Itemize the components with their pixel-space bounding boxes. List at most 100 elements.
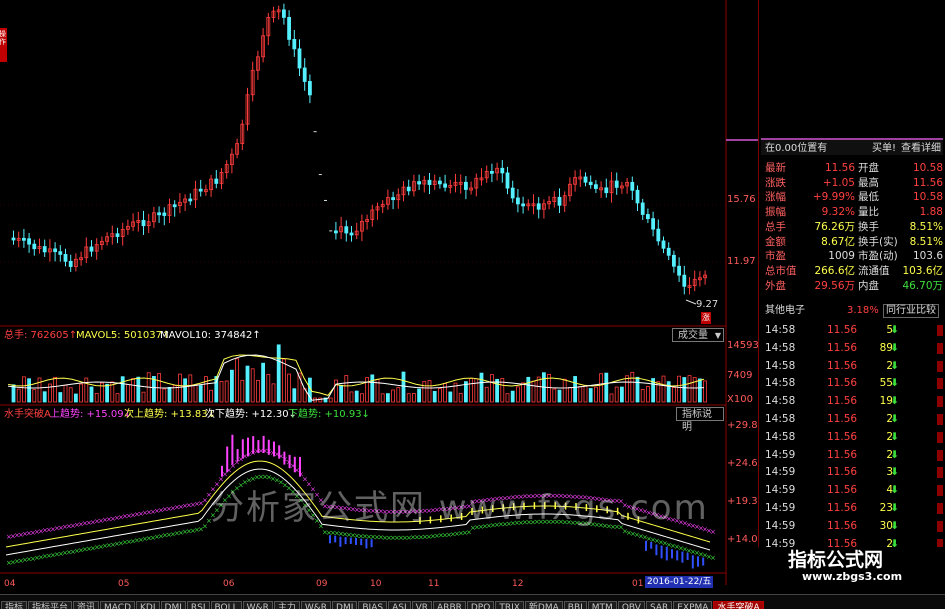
quote-row: 外盘 29.56万 内盘 46.70万 (765, 279, 943, 293)
low-marker-line (685, 299, 697, 305)
volume-bar (489, 374, 494, 403)
volume-bar (359, 393, 364, 403)
indicator-tab[interactable]: W&R (242, 601, 273, 609)
volume-bar (21, 376, 26, 403)
indicator-up-label: 上趋势: +15.09↓ (50, 409, 132, 420)
indicator-tab[interactable]: 水手突破A (713, 601, 764, 609)
trade-price: 11.56 (827, 502, 858, 514)
candle-body (27, 238, 32, 245)
volume-bar (292, 388, 297, 403)
indicator-tab[interactable]: DPO (466, 601, 495, 609)
volume-bar (105, 383, 109, 403)
indicator-tab[interactable]: DMI (160, 601, 186, 609)
quote-row: 市盈 1009 市盈(动) 103.6 (765, 249, 943, 263)
quote-key: 量比 (858, 206, 879, 219)
volume-selector[interactable]: 成交量 ▼ (672, 328, 724, 342)
trade-time: 14:59 (765, 484, 796, 497)
volume-bar (505, 393, 510, 403)
trade-row: 14:59 11.56 23 ⬇ (765, 500, 943, 517)
indicator-subdown-label: 次下趋势: +12.30↓ (205, 409, 297, 420)
trade-price: 11.56 (827, 448, 858, 461)
volume-bar (594, 386, 598, 403)
indicator-tab[interactable]: 资讯 (73, 601, 100, 609)
candle-body (443, 183, 448, 188)
indicator-subup-label: 次上趋势: +13.83↓ (124, 409, 216, 420)
volume-bar (74, 393, 78, 403)
volume-total-label: 总手: 762605↑ (4, 330, 78, 341)
volume-bar (640, 389, 645, 403)
indicator-tab[interactable]: BIAS (358, 601, 388, 609)
quote-value: 76.26万 (814, 220, 855, 233)
indicator-tab[interactable]: MACD (100, 601, 136, 609)
candle-body (417, 181, 422, 185)
indicator-tab[interactable]: 指标 (1, 601, 28, 609)
candle-body (307, 81, 312, 96)
volume-bar (401, 371, 406, 403)
volume-ma5-label: MAVOL5: 501037↑ (76, 330, 171, 341)
indicator-tab[interactable]: 指标平台 (28, 601, 73, 609)
candle-body (63, 254, 68, 262)
quote-key: 换手 (858, 220, 879, 233)
quote-row: 金额 8.67亿 换手(实) 8.51% (765, 235, 943, 249)
trade-bar (937, 414, 943, 425)
indicator-tab[interactable]: ASI (388, 601, 411, 609)
candle-body (406, 186, 411, 192)
quote-key: 流通值 (858, 264, 890, 277)
compare-button[interactable]: 同行业比较 (883, 304, 939, 318)
volume-bar (661, 375, 666, 403)
trade-bar (937, 485, 943, 497)
volume-bar (568, 387, 572, 403)
indicator-tab[interactable]: MTM (587, 601, 617, 609)
volume-bar (391, 389, 396, 403)
buy-order-link[interactable]: 买单! (872, 143, 896, 155)
trade-time: 14:58 (765, 430, 796, 443)
candle-body (32, 243, 37, 250)
volume-bar (339, 384, 344, 403)
candle-body (157, 212, 162, 216)
volume-bar (672, 387, 676, 403)
indicator-tab[interactable]: 新DMA (524, 601, 563, 609)
indicator-tab[interactable]: RSI (186, 601, 210, 609)
indicator-tab[interactable]: W&R (300, 601, 332, 609)
indicator-tab[interactable]: SAR (645, 601, 673, 609)
quote-value: 46.70万 (902, 279, 943, 292)
trade-row: 14:58 11.56 19 ⬇ (765, 393, 943, 410)
candle-body (58, 251, 63, 255)
indicator-tab[interactable]: 主力 (273, 601, 300, 609)
sector-name: 其他电子 (765, 305, 805, 316)
candle-body (677, 265, 681, 276)
candle-body (68, 260, 73, 267)
candle-body (489, 170, 494, 174)
volume-bar (552, 388, 557, 403)
volume-bar (162, 388, 167, 403)
indicator-tab[interactable]: BOLL (210, 601, 242, 609)
volume-bar (625, 375, 629, 403)
view-detail-link[interactable]: 查看详细 (901, 143, 941, 155)
trade-bar (937, 378, 943, 390)
chart-stage[interactable]: × × × × × × × × × × × × × × × × × × × × × × × × × × × × × × × × × × × × × × × ×… (0, 0, 945, 609)
indicator-tab[interactable]: OBV (617, 601, 645, 609)
volume-bar (63, 384, 68, 403)
indicator-tab[interactable]: KDJ (136, 601, 160, 609)
candle-body (640, 202, 645, 215)
volume-bar (510, 390, 515, 403)
volume-bar (495, 378, 500, 403)
trade-row: 14:59 11.56 30 ⬇ (765, 518, 943, 535)
trade-bar (937, 431, 943, 443)
x-axis-label: 10 (370, 579, 382, 589)
trade-price: 11.56 (827, 377, 858, 390)
indicator-tab[interactable]: DMI (332, 601, 358, 609)
indicator-tab[interactable]: BBI (563, 601, 587, 609)
x-axis-label: 01 (632, 579, 644, 589)
indicator-tab[interactable]: TRIX (495, 601, 524, 609)
volume-bar (229, 369, 234, 403)
quote-value: 11.56 (912, 176, 943, 189)
volume-bar (167, 386, 172, 403)
volume-bar (349, 391, 354, 403)
indicator-tab[interactable]: ARBR (433, 601, 466, 609)
indicator-tab[interactable]: EXPMA (673, 601, 713, 609)
indicator-tab[interactable]: VR (411, 601, 433, 609)
arrow-down-icon: ⬇ (890, 395, 899, 408)
indicator-help-button[interactable]: 指标说明 (676, 407, 724, 433)
volume-bar (120, 376, 125, 403)
